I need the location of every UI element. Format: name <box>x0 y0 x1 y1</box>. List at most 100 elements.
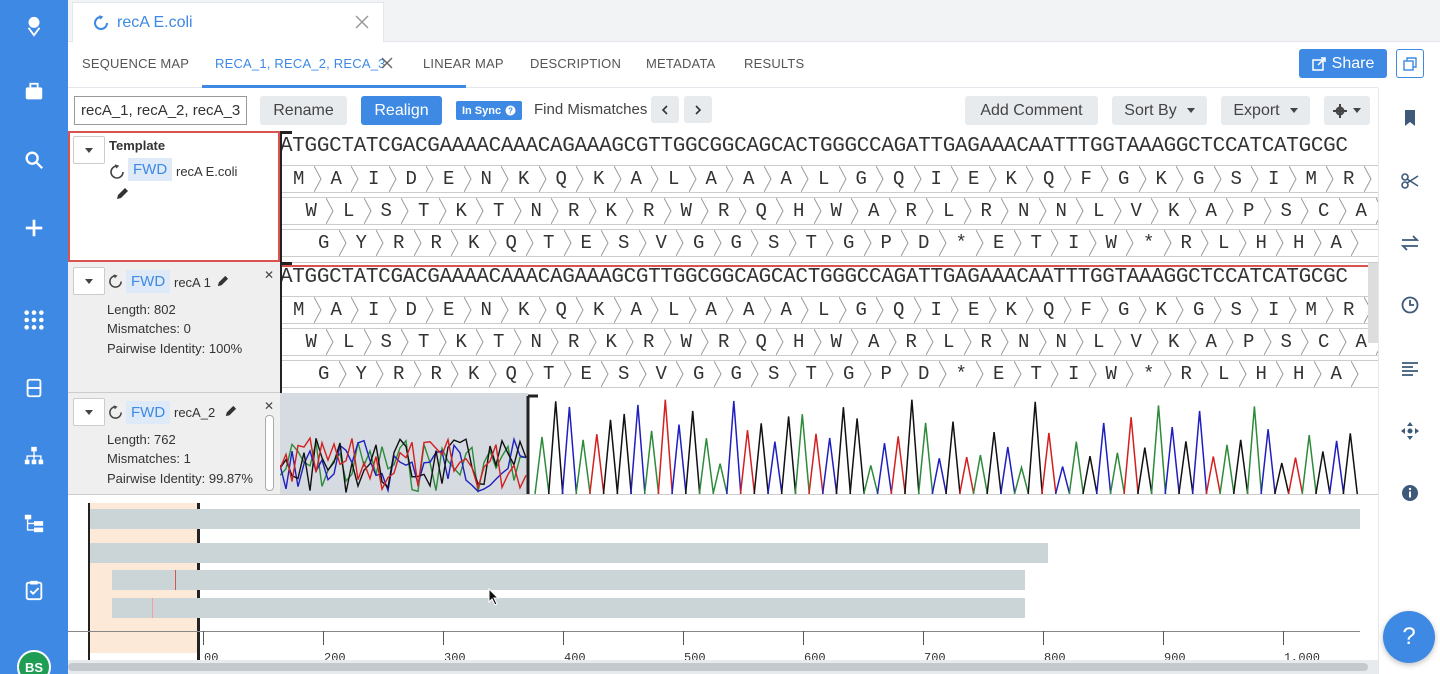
pencil-icon[interactable] <box>115 187 129 201</box>
database-icon[interactable] <box>18 372 50 404</box>
track-menu-button[interactable] <box>73 267 105 295</box>
move-icon[interactable] <box>1400 421 1420 441</box>
alignment-overview[interactable]: 00 200 300 400 500 600 700 800 900 1,000 <box>68 494 1378 665</box>
amino-acid: F <box>1080 168 1092 190</box>
amino-acid: R <box>1343 299 1355 321</box>
amino-acid: Q <box>555 168 567 190</box>
vertical-scrollbar[interactable] <box>1368 263 1378 343</box>
tab-alignment[interactable]: RECA_1, RECA_2, RECA_3 <box>215 56 386 71</box>
track-menu-button[interactable] <box>73 136 105 164</box>
amino-acid: Y <box>355 232 367 254</box>
amino-acid: A <box>1205 331 1217 353</box>
amino-acid: A <box>780 299 792 321</box>
tab-results[interactable]: RESULTS <box>744 56 804 71</box>
tab-linear-map[interactable]: LINEAR MAP <box>423 56 504 71</box>
share-button[interactable]: Share <box>1299 49 1387 78</box>
label-scrollbar[interactable] <box>265 415 274 491</box>
amino-acid: S <box>1230 168 1242 190</box>
template-frame-3: G Y R R K Q T E S V G G S T G P D * E T I W * R L H H A <box>280 229 1378 257</box>
close-icon[interactable] <box>353 13 371 31</box>
sort-by-label: Sort By <box>1124 101 1177 119</box>
amino-acid: G <box>730 232 742 254</box>
alignment-name-input[interactable] <box>74 96 247 125</box>
export-dropdown[interactable]: Export <box>1221 96 1310 125</box>
remove-track-button[interactable]: ✕ <box>264 399 274 413</box>
duplicate-button[interactable] <box>1396 49 1424 78</box>
amino-acid: I <box>930 168 942 190</box>
mismatch-mark <box>175 570 176 590</box>
trace-peak <box>712 463 728 494</box>
amino-acid: H <box>1293 363 1305 385</box>
amino-acid: C <box>1318 200 1330 222</box>
overview-bar-reca-2 <box>112 570 1025 590</box>
amino-acid: T <box>1030 232 1042 254</box>
plus-icon[interactable] <box>18 212 50 244</box>
scrollbar-thumb[interactable] <box>68 663 1368 671</box>
realign-button[interactable]: Realign <box>361 96 442 125</box>
trace-peak <box>1246 406 1263 494</box>
trace-peak <box>1000 446 1016 494</box>
remove-track-button[interactable]: ✕ <box>264 268 274 282</box>
add-comment-button[interactable]: Add Comment <box>965 96 1098 125</box>
trace-peak <box>1301 434 1317 494</box>
amino-acid: L <box>1218 232 1230 254</box>
amino-acid: T <box>493 331 505 353</box>
briefcase-icon[interactable] <box>18 76 50 108</box>
apps-grid-icon[interactable] <box>18 304 50 336</box>
horizontal-scrollbar[interactable] <box>68 660 1378 674</box>
amino-acid: T <box>543 363 555 385</box>
ruler-tick <box>203 631 204 645</box>
tab-description[interactable]: DESCRIPTION <box>530 56 621 71</box>
sort-by-dropdown[interactable]: Sort By <box>1112 96 1207 125</box>
avatar[interactable]: BS <box>17 650 51 674</box>
help-button[interactable]: ? <box>1383 611 1435 663</box>
file-tab[interactable]: recA E.coli <box>72 2 384 42</box>
rename-button[interactable]: Rename <box>260 96 347 125</box>
pencil-icon[interactable] <box>224 405 237 418</box>
amino-acid: E <box>968 299 980 321</box>
settings-dropdown[interactable] <box>1324 96 1370 125</box>
workflow-icon[interactable] <box>18 507 50 539</box>
amino-acid: A <box>630 299 642 321</box>
amino-acid: L <box>818 168 830 190</box>
tab-sequence-map[interactable]: SEQUENCE MAP <box>82 56 189 71</box>
pencil-icon[interactable] <box>216 275 229 288</box>
trace-peak <box>917 422 934 494</box>
ruler-tick <box>563 631 564 645</box>
amino-acid: Q <box>555 299 567 321</box>
amino-acid: G <box>318 363 330 385</box>
amino-acid: L <box>343 331 355 353</box>
search-icon[interactable] <box>18 144 50 176</box>
track1-frame-3: G Y R R K Q T E S V G G S T G P D * E T I W * R L H H A <box>280 360 1378 388</box>
scissors-icon[interactable] <box>1400 171 1420 191</box>
previous-mismatch-button[interactable] <box>651 96 679 123</box>
mouse-cursor-icon <box>488 588 500 606</box>
swap-icon[interactable] <box>1400 233 1420 253</box>
chromatogram[interactable] <box>280 393 1378 494</box>
amino-acid: R <box>1180 363 1192 385</box>
next-mismatch-button[interactable] <box>684 96 712 123</box>
hierarchy-icon[interactable] <box>18 440 50 472</box>
info-icon[interactable] <box>1400 483 1420 503</box>
trace-peak <box>1178 441 1194 494</box>
amino-acid: D <box>405 299 417 321</box>
close-tab-icon[interactable] <box>380 56 394 70</box>
amino-acid: T <box>493 200 505 222</box>
clipboard-check-icon[interactable] <box>18 574 50 606</box>
tab-metadata[interactable]: METADATA <box>646 56 716 71</box>
track-menu-button[interactable] <box>73 398 105 426</box>
amino-acid: S <box>380 331 392 353</box>
amino-acid: E <box>993 232 1005 254</box>
align-left-icon[interactable] <box>1400 359 1420 379</box>
ruler-tick <box>803 631 804 645</box>
in-sync-badge[interactable]: In Sync ? <box>456 101 522 120</box>
amino-acid: L <box>668 168 680 190</box>
amino-acid: * <box>955 363 967 385</box>
amino-acid: W <box>830 331 842 353</box>
amino-acid: H <box>1255 363 1267 385</box>
logo-icon[interactable] <box>18 10 50 42</box>
circular-sequence-icon <box>94 14 108 30</box>
amino-acid: N <box>1055 331 1067 353</box>
history-icon[interactable] <box>1400 295 1420 315</box>
bookmark-icon[interactable] <box>1400 108 1420 128</box>
